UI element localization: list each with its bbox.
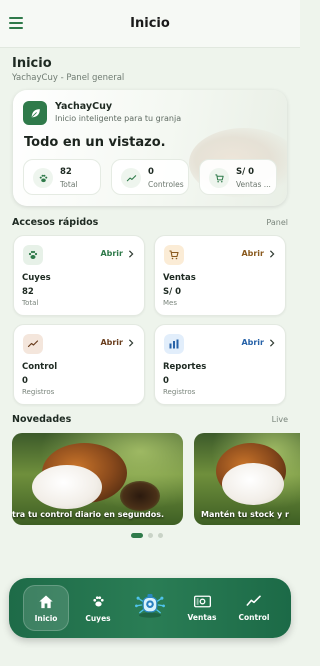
card-title: Control	[22, 362, 58, 372]
quick-access-header: Accesos rápidos Panel	[12, 217, 288, 228]
nav-label: Inicio	[34, 613, 58, 623]
guinea-pig-image-part	[120, 481, 160, 511]
nav-cuyes[interactable]: Cuyes	[75, 585, 121, 631]
cash-icon	[193, 595, 211, 607]
home-icon	[39, 595, 53, 608]
nav-label: Ventas	[187, 612, 217, 622]
card-cuyes[interactable]: Abrir Cuyes 82 Total	[13, 235, 145, 316]
card-value: 0	[163, 376, 169, 386]
paw-icon	[92, 595, 104, 606]
stat-label: Total	[60, 180, 78, 189]
app-bar-title: Inicio	[130, 16, 170, 31]
trend-icon	[121, 168, 141, 188]
card-control[interactable]: Abrir Control 0 Registros	[13, 324, 145, 405]
open-label: Abrir	[100, 338, 123, 347]
stat-value: 0	[148, 167, 154, 177]
open-label: Abrir	[100, 249, 123, 258]
trend-icon	[23, 334, 43, 354]
nav-label: Control	[238, 613, 270, 622]
card-caption: Mes	[163, 299, 177, 307]
open-button[interactable]: Abrir	[100, 338, 134, 347]
card-reportes[interactable]: Abrir Reportes 0 Registros	[154, 324, 286, 405]
hero-headline: Todo en un vistazo.	[24, 135, 166, 150]
paw-icon	[23, 245, 43, 265]
card-title: Reportes	[163, 362, 207, 372]
card-value: S/ 0	[163, 287, 182, 297]
chevron-right-icon	[128, 338, 134, 347]
news-header: Novedades Live	[12, 414, 288, 425]
stat-value: 82	[60, 167, 72, 177]
section-link[interactable]: Panel	[266, 218, 288, 227]
paw-icon	[33, 168, 53, 188]
open-button[interactable]: Abrir	[241, 249, 275, 258]
open-label: Abrir	[241, 249, 264, 258]
page-subtitle: YachayCuy - Panel general	[12, 73, 125, 83]
robot-assistant-icon	[135, 593, 165, 618]
carousel-dot[interactable]	[131, 533, 143, 538]
chevron-right-icon	[269, 338, 275, 347]
chevron-right-icon	[269, 249, 275, 258]
nav-inicio[interactable]: Inicio	[23, 585, 69, 631]
card-value: 82	[22, 287, 34, 297]
open-button[interactable]: Abrir	[100, 249, 134, 258]
hero-tagline: Inicio inteligente para tu granja	[55, 114, 182, 123]
page-header: Inicio YachayCuy - Panel general	[12, 56, 124, 83]
page-title: Inicio	[12, 56, 52, 71]
card-title: Cuyes	[22, 273, 51, 283]
live-label: Live	[271, 415, 288, 424]
card-caption: Total	[22, 299, 39, 307]
section-title: Accesos rápidos	[12, 217, 99, 228]
guinea-pig-image-part	[222, 463, 284, 505]
open-label: Abrir	[241, 338, 264, 347]
stat-value: S/ 0	[236, 167, 255, 177]
leaf-icon	[23, 101, 47, 125]
card-title: Ventas	[163, 273, 196, 283]
stat-label: Controles	[148, 180, 184, 189]
bar-chart-icon	[164, 334, 184, 354]
open-button[interactable]: Abrir	[241, 338, 275, 347]
news-slide[interactable]: Mantén tu stock y r	[194, 433, 300, 525]
menu-icon[interactable]	[9, 17, 23, 29]
carousel-dot[interactable]	[158, 533, 163, 538]
stat-total: 82 Total	[23, 159, 101, 195]
hero-card: YachayCuy Inicio inteligente para tu gra…	[13, 90, 287, 206]
nav-assistant[interactable]	[127, 584, 173, 630]
slide-caption: tra tu control diario en segundos.	[12, 510, 165, 519]
slide-caption: Mantén tu stock y r	[201, 510, 289, 519]
bottom-navigation: Inicio Cuyes Ventas Control	[9, 578, 291, 638]
card-value: 0	[22, 376, 28, 386]
trend-icon	[246, 595, 261, 606]
chevron-right-icon	[128, 249, 134, 258]
hero-brand: YachayCuy	[55, 101, 113, 112]
nav-ventas[interactable]: Ventas	[179, 585, 225, 631]
carousel-dot[interactable]	[148, 533, 153, 538]
cart-icon	[209, 168, 229, 188]
carousel-indicator	[131, 533, 163, 538]
stat-controles: 0 Controles	[111, 159, 189, 195]
guinea-pig-image-part	[32, 465, 102, 509]
card-ventas[interactable]: Abrir Ventas S/ 0 Mes	[154, 235, 286, 316]
stat-ventas: S/ 0 Ventas ...	[199, 159, 277, 195]
nav-label: Cuyes	[85, 613, 111, 623]
card-caption: Registros	[163, 388, 196, 396]
news-slide[interactable]: tra tu control diario en segundos.	[12, 433, 183, 525]
card-caption: Registros	[22, 388, 55, 396]
stat-label: Ventas ...	[236, 180, 271, 189]
nav-control[interactable]: Control	[231, 585, 277, 631]
section-title: Novedades	[12, 414, 72, 425]
app-bar: Inicio	[0, 0, 300, 48]
cart-icon	[164, 245, 184, 265]
